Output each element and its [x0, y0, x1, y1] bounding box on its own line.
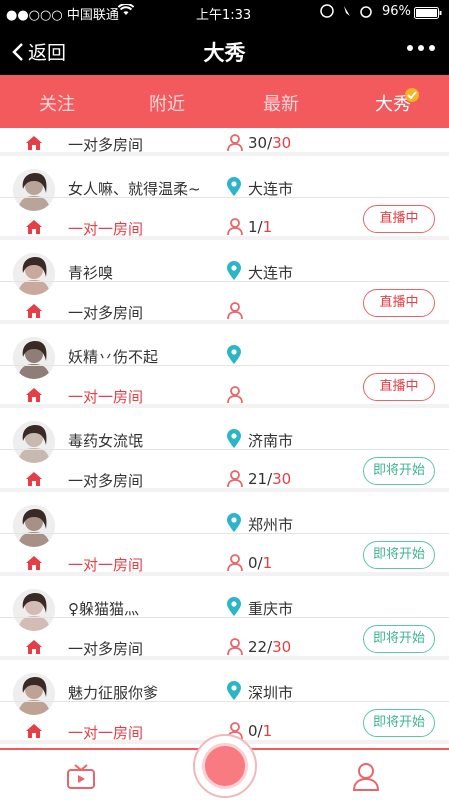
tab-nearby[interactable]: 附近	[122, 90, 212, 116]
battery-icon	[414, 7, 442, 23]
divider	[0, 365, 449, 366]
room-list: 一对多房间 30/30 女人嘛、就得温柔~ 大连市 一对一房间 1/1 直播中 青衫嗅 大连市一…	[0, 128, 449, 748]
host-city: 郑州市	[248, 516, 294, 534]
host-name: 魅力征服你爹	[68, 684, 159, 702]
tab-follow[interactable]: 关注	[12, 90, 102, 116]
room-list-item[interactable]: ♀躲猫猫灬 重庆市 一对多房间 22/30 即将开始	[0, 576, 449, 660]
more-dots-icon	[407, 45, 413, 51]
room-list-item[interactable]: 妖精丷伤不起 一对一房间 直播中	[0, 324, 449, 408]
room-list-item[interactable]: 魅力征服你爹 深圳市 一对一房间 0/1 即将开始	[0, 660, 449, 744]
room-list-item[interactable]: 一对多房间 30/30	[0, 128, 449, 156]
tv-icon[interactable]	[66, 764, 96, 794]
viewer-max: 1	[262, 722, 273, 740]
divider	[0, 617, 449, 618]
live-status-button[interactable]: 即将开始	[363, 541, 435, 569]
status-bar: ●●○○○ 中国联通 上午1:33 96%	[0, 0, 449, 25]
room-list-item[interactable]: 郑州市 一对一房间 0/1 即将开始	[0, 492, 449, 576]
host-name: 毒药女流氓	[68, 432, 144, 450]
divider	[0, 281, 449, 282]
live-status-button[interactable]: 即将开始	[363, 709, 435, 737]
avatar[interactable]	[13, 253, 55, 295]
host-city: 重庆市	[248, 600, 294, 618]
live-status-button[interactable]: 即将开始	[363, 457, 435, 485]
viewer-count: 22/30	[248, 638, 291, 656]
avatar[interactable]	[13, 505, 55, 547]
page-title: 大秀	[203, 41, 246, 65]
clock-time: 上午1:33	[196, 8, 252, 23]
viewer-current: 0/	[248, 554, 263, 572]
avatar[interactable]	[13, 337, 55, 379]
wifi-icon	[117, 3, 135, 20]
status-icons	[320, 4, 376, 22]
host-city: 济南市	[248, 432, 294, 450]
avatar[interactable]	[13, 589, 55, 631]
tab-latest[interactable]: 最新	[236, 90, 326, 116]
more-menu-button[interactable]	[407, 45, 435, 51]
viewer-max: 30	[272, 470, 292, 488]
viewer-count: 30/30	[248, 134, 291, 152]
divider	[0, 533, 449, 534]
viewer-max: 30	[272, 638, 292, 656]
host-city: 大连市	[248, 264, 294, 282]
viewer-max: 1	[262, 554, 273, 572]
divider	[0, 449, 449, 450]
viewer-count: 0/1	[248, 554, 272, 572]
host-city: 大连市	[248, 180, 294, 198]
live-status-button[interactable]: 即将开始	[363, 625, 435, 653]
viewer-current: 1/	[248, 218, 263, 236]
live-status-button[interactable]: 直播中	[363, 289, 435, 317]
record-icon	[202, 743, 248, 789]
divider	[0, 701, 449, 702]
avatar[interactable]	[13, 169, 55, 211]
host-name: 女人嘛、就得温柔~	[68, 180, 201, 198]
carrier-label: ●●○○○ 中国联通	[6, 8, 119, 23]
live-status-button[interactable]: 直播中	[363, 373, 435, 401]
battery-percent: 96%	[382, 4, 411, 19]
avatar[interactable]	[13, 673, 55, 715]
host-name: ♀躲猫猫灬	[68, 600, 139, 618]
viewer-current: 30/	[248, 134, 273, 152]
viewer-max: 1	[262, 218, 273, 236]
divider	[0, 197, 449, 198]
start-live-button[interactable]	[193, 734, 257, 798]
avatar[interactable]	[13, 421, 55, 463]
room-list-item[interactable]: 青衫嗅 大连市 一对多房间 直播中	[0, 240, 449, 324]
profile-icon[interactable]	[352, 762, 380, 796]
viewer-current: 0/	[248, 722, 263, 740]
viewer-current: 22/	[248, 638, 273, 656]
viewer-count: 0/1	[248, 722, 272, 740]
viewer-current: 21/	[248, 470, 273, 488]
host-name: 青衫嗅	[68, 264, 114, 282]
tab-daxiu[interactable]: 大秀	[348, 90, 438, 116]
navigation-bar: 返回 大秀	[0, 25, 449, 75]
live-status-button[interactable]: 直播中	[363, 205, 435, 233]
viewer-count: 1/1	[248, 218, 272, 236]
host-city: 深圳市	[248, 684, 294, 702]
category-tabs: 关注 附近 最新 大秀	[0, 75, 449, 128]
room-list-item[interactable]: 毒药女流氓 济南市 一对多房间 21/30 即将开始	[0, 408, 449, 492]
room-list-item[interactable]: 女人嘛、就得温柔~ 大连市 一对一房间 1/1 直播中	[0, 156, 449, 240]
viewer-max: 30	[272, 134, 292, 152]
viewer-count: 21/30	[248, 470, 291, 488]
verified-badge-icon	[405, 88, 419, 102]
host-name: 妖精丷伤不起	[68, 348, 159, 366]
